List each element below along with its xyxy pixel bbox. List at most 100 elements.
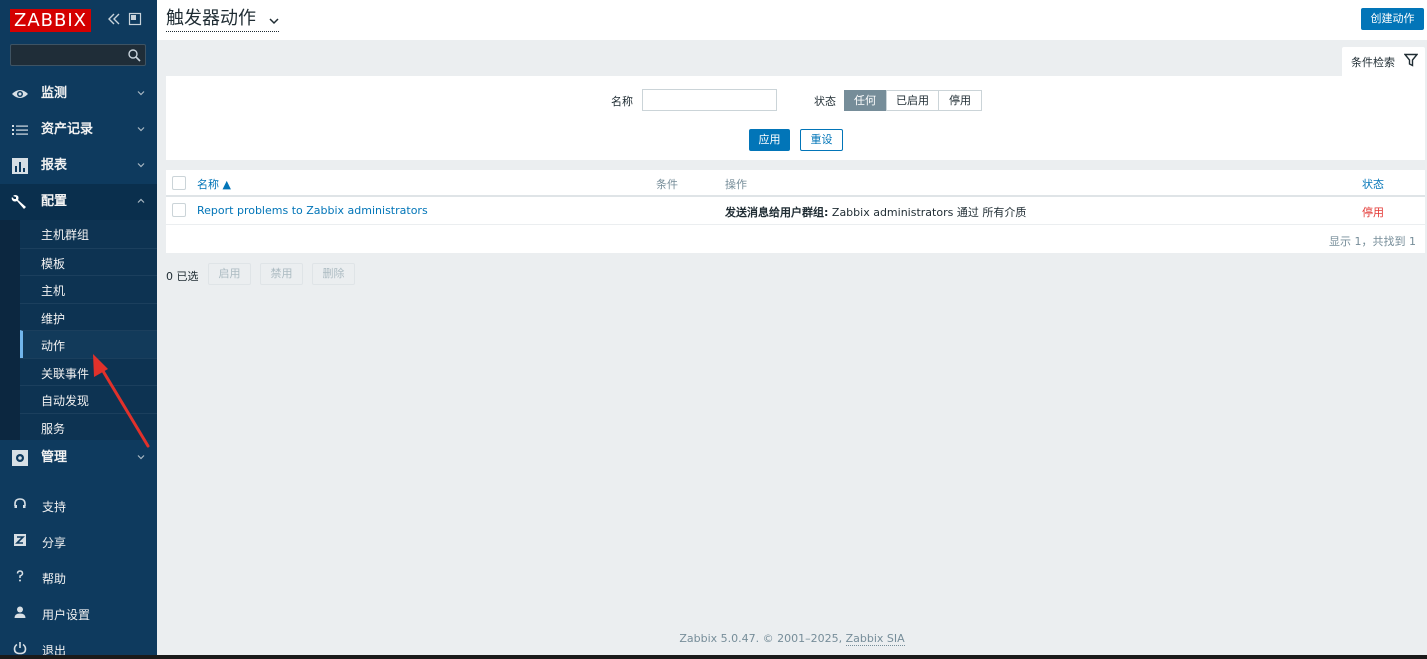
- user-icon: [14, 606, 26, 618]
- menu-label: 监测: [41, 86, 68, 101]
- selected-count: 0 已选: [166, 270, 199, 283]
- menu-label: 用户设置: [42, 608, 91, 622]
- title-underline: [166, 31, 279, 32]
- menu-label: 帮助: [42, 572, 67, 586]
- enable-button[interactable]: 启用: [208, 263, 251, 285]
- headset-icon: [14, 498, 26, 508]
- filter-status-label: 状态: [814, 95, 836, 108]
- submenu-templates[interactable]: 模板: [20, 247, 157, 275]
- menu-label: 管理: [41, 450, 68, 465]
- sidebar-search-input[interactable]: [10, 44, 146, 66]
- table-header-row: 名称 ▲ 条件 操作 状态: [166, 170, 1425, 197]
- menu-share[interactable]: 分享: [0, 523, 157, 559]
- submenu-label: 关联事件: [41, 366, 90, 381]
- submenu-label: 模板: [41, 256, 66, 271]
- filter-name-label: 名称: [611, 95, 633, 108]
- operation-type: 发送消息给用户群组:: [725, 206, 829, 219]
- collapse-sidebar-icon[interactable]: [106, 11, 122, 27]
- menu-monitoring[interactable]: 监测: [0, 76, 157, 112]
- power-icon: [13, 642, 27, 655]
- submenu-label: 服务: [41, 421, 66, 436]
- filter-panel: 名称 状态 任何 已启用 停用 应用 重设: [166, 76, 1425, 160]
- status-enabled-option[interactable]: 已启用: [886, 90, 939, 111]
- column-status-header[interactable]: 状态: [1362, 176, 1384, 192]
- submenu-discovery[interactable]: 自动发现: [20, 385, 157, 413]
- operation-detail: Zabbix administrators 通过 所有介质: [828, 206, 1027, 219]
- filter-icon: [1404, 53, 1418, 67]
- page-title[interactable]: 触发器动作: [166, 8, 256, 30]
- eye-icon: [12, 90, 28, 98]
- column-operations-header: 操作: [725, 178, 747, 191]
- chevron-down-icon[interactable]: [269, 18, 279, 25]
- submenu-hosts[interactable]: 主机: [20, 275, 157, 303]
- row-checkbox[interactable]: [172, 203, 186, 217]
- menu-support[interactable]: 支持: [0, 487, 157, 523]
- kiosk-mode-icon[interactable]: [128, 12, 142, 26]
- apply-button[interactable]: 应用: [749, 129, 790, 151]
- submenu-label: 主机: [41, 284, 66, 298]
- menu-help[interactable]: 帮助: [0, 559, 157, 595]
- status-disabled-option[interactable]: 停用: [938, 90, 982, 111]
- reset-button[interactable]: 重设: [800, 129, 843, 151]
- configuration-submenu: 主机群组 模板 主机 维护 动作 关联事件 自动发现 服务: [0, 220, 157, 440]
- share-icon: [14, 534, 26, 546]
- mass-actions-bar: 0 已选 启用 禁用 删除: [166, 263, 466, 285]
- menu-inventory[interactable]: 资产记录: [0, 112, 157, 148]
- menu-label: 支持: [42, 500, 67, 514]
- chevron-down-icon: [137, 455, 145, 460]
- submenu-label: 动作: [41, 339, 66, 353]
- footer: Zabbix 5.0.47. © 2001–2025, Zabbix SIA: [157, 632, 1427, 646]
- sidebar-header: ZABBIX: [0, 0, 157, 40]
- main-menu: 监测 资产记录 报表 配置 主机群组 模板 主机 维护 动作 关联事件 自动发现…: [0, 76, 157, 476]
- submenu-correlation[interactable]: 关联事件: [20, 357, 157, 385]
- help-icon: [16, 570, 24, 582]
- action-status-link[interactable]: 停用: [1362, 204, 1384, 220]
- chevron-down-icon: [137, 91, 145, 96]
- delete-button[interactable]: 删除: [312, 263, 355, 285]
- actions-table: 名称 ▲ 条件 操作 状态 Report problems to Zabbix …: [166, 170, 1425, 253]
- menu-label: 资产记录: [41, 122, 94, 137]
- paging-info: 显示 1，共找到 1: [1329, 235, 1416, 248]
- status-any-option[interactable]: 任何: [844, 90, 886, 111]
- wrench-icon: [11, 195, 26, 209]
- submenu-services[interactable]: 服务: [20, 412, 157, 440]
- chevron-down-icon: [137, 163, 145, 168]
- chevron-down-icon: [137, 127, 145, 132]
- bottom-strip: [0, 655, 1427, 659]
- menu-label: 分享: [42, 536, 67, 550]
- menu-administration[interactable]: 管理: [0, 440, 157, 476]
- column-conditions-header: 条件: [656, 178, 678, 191]
- search-icon[interactable]: [127, 48, 141, 62]
- menu-label: 配置: [41, 194, 68, 209]
- zabbix-logo[interactable]: ZABBIX: [10, 9, 91, 32]
- menu-reports[interactable]: 报表: [0, 148, 157, 184]
- filter-tab-label: 条件检索: [1351, 56, 1395, 69]
- disable-button[interactable]: 禁用: [260, 263, 303, 285]
- chevron-up-icon: [137, 198, 145, 203]
- action-operation: 发送消息给用户群组: Zabbix administrators 通过 所有介质: [725, 204, 1026, 220]
- submenu-label: 维护: [41, 311, 66, 326]
- submenu-maintenance[interactable]: 维护: [20, 302, 157, 330]
- footer-copyright: Zabbix 5.0.47. © 2001–2025,: [679, 632, 846, 645]
- select-all-checkbox[interactable]: [172, 176, 186, 190]
- menu-label: 报表: [41, 158, 68, 173]
- submenu-host-groups[interactable]: 主机群组: [20, 220, 157, 248]
- page-header: 触发器动作 创建动作: [157, 0, 1427, 40]
- table-row: Report problems to Zabbix administrators…: [166, 197, 1425, 225]
- filter-name-input[interactable]: [642, 89, 777, 111]
- gear-icon: [12, 450, 28, 466]
- action-name-link[interactable]: Report problems to Zabbix administrators: [197, 204, 428, 217]
- sidebar-bottom-menu: 支持 分享 帮助 用户设置 退出: [0, 487, 157, 659]
- submenu-actions[interactable]: 动作: [20, 330, 157, 358]
- submenu-label: 自动发现: [41, 394, 90, 408]
- create-action-button[interactable]: 创建动作: [1361, 8, 1424, 30]
- filter-tab[interactable]: 条件检索: [1342, 47, 1425, 76]
- submenu-label: 主机群组: [41, 228, 90, 242]
- column-name-header[interactable]: 名称 ▲: [197, 176, 231, 192]
- footer-company-link[interactable]: Zabbix SIA: [845, 632, 905, 646]
- bar-chart-icon: [12, 158, 28, 174]
- menu-configuration[interactable]: 配置: [0, 184, 157, 220]
- list-icon: [12, 125, 28, 135]
- menu-user-settings[interactable]: 用户设置: [0, 595, 157, 631]
- sidebar: ZABBIX 监测 资产记录 报表 配置 主机群组 模板 主机 维护 动作 关联…: [0, 0, 157, 658]
